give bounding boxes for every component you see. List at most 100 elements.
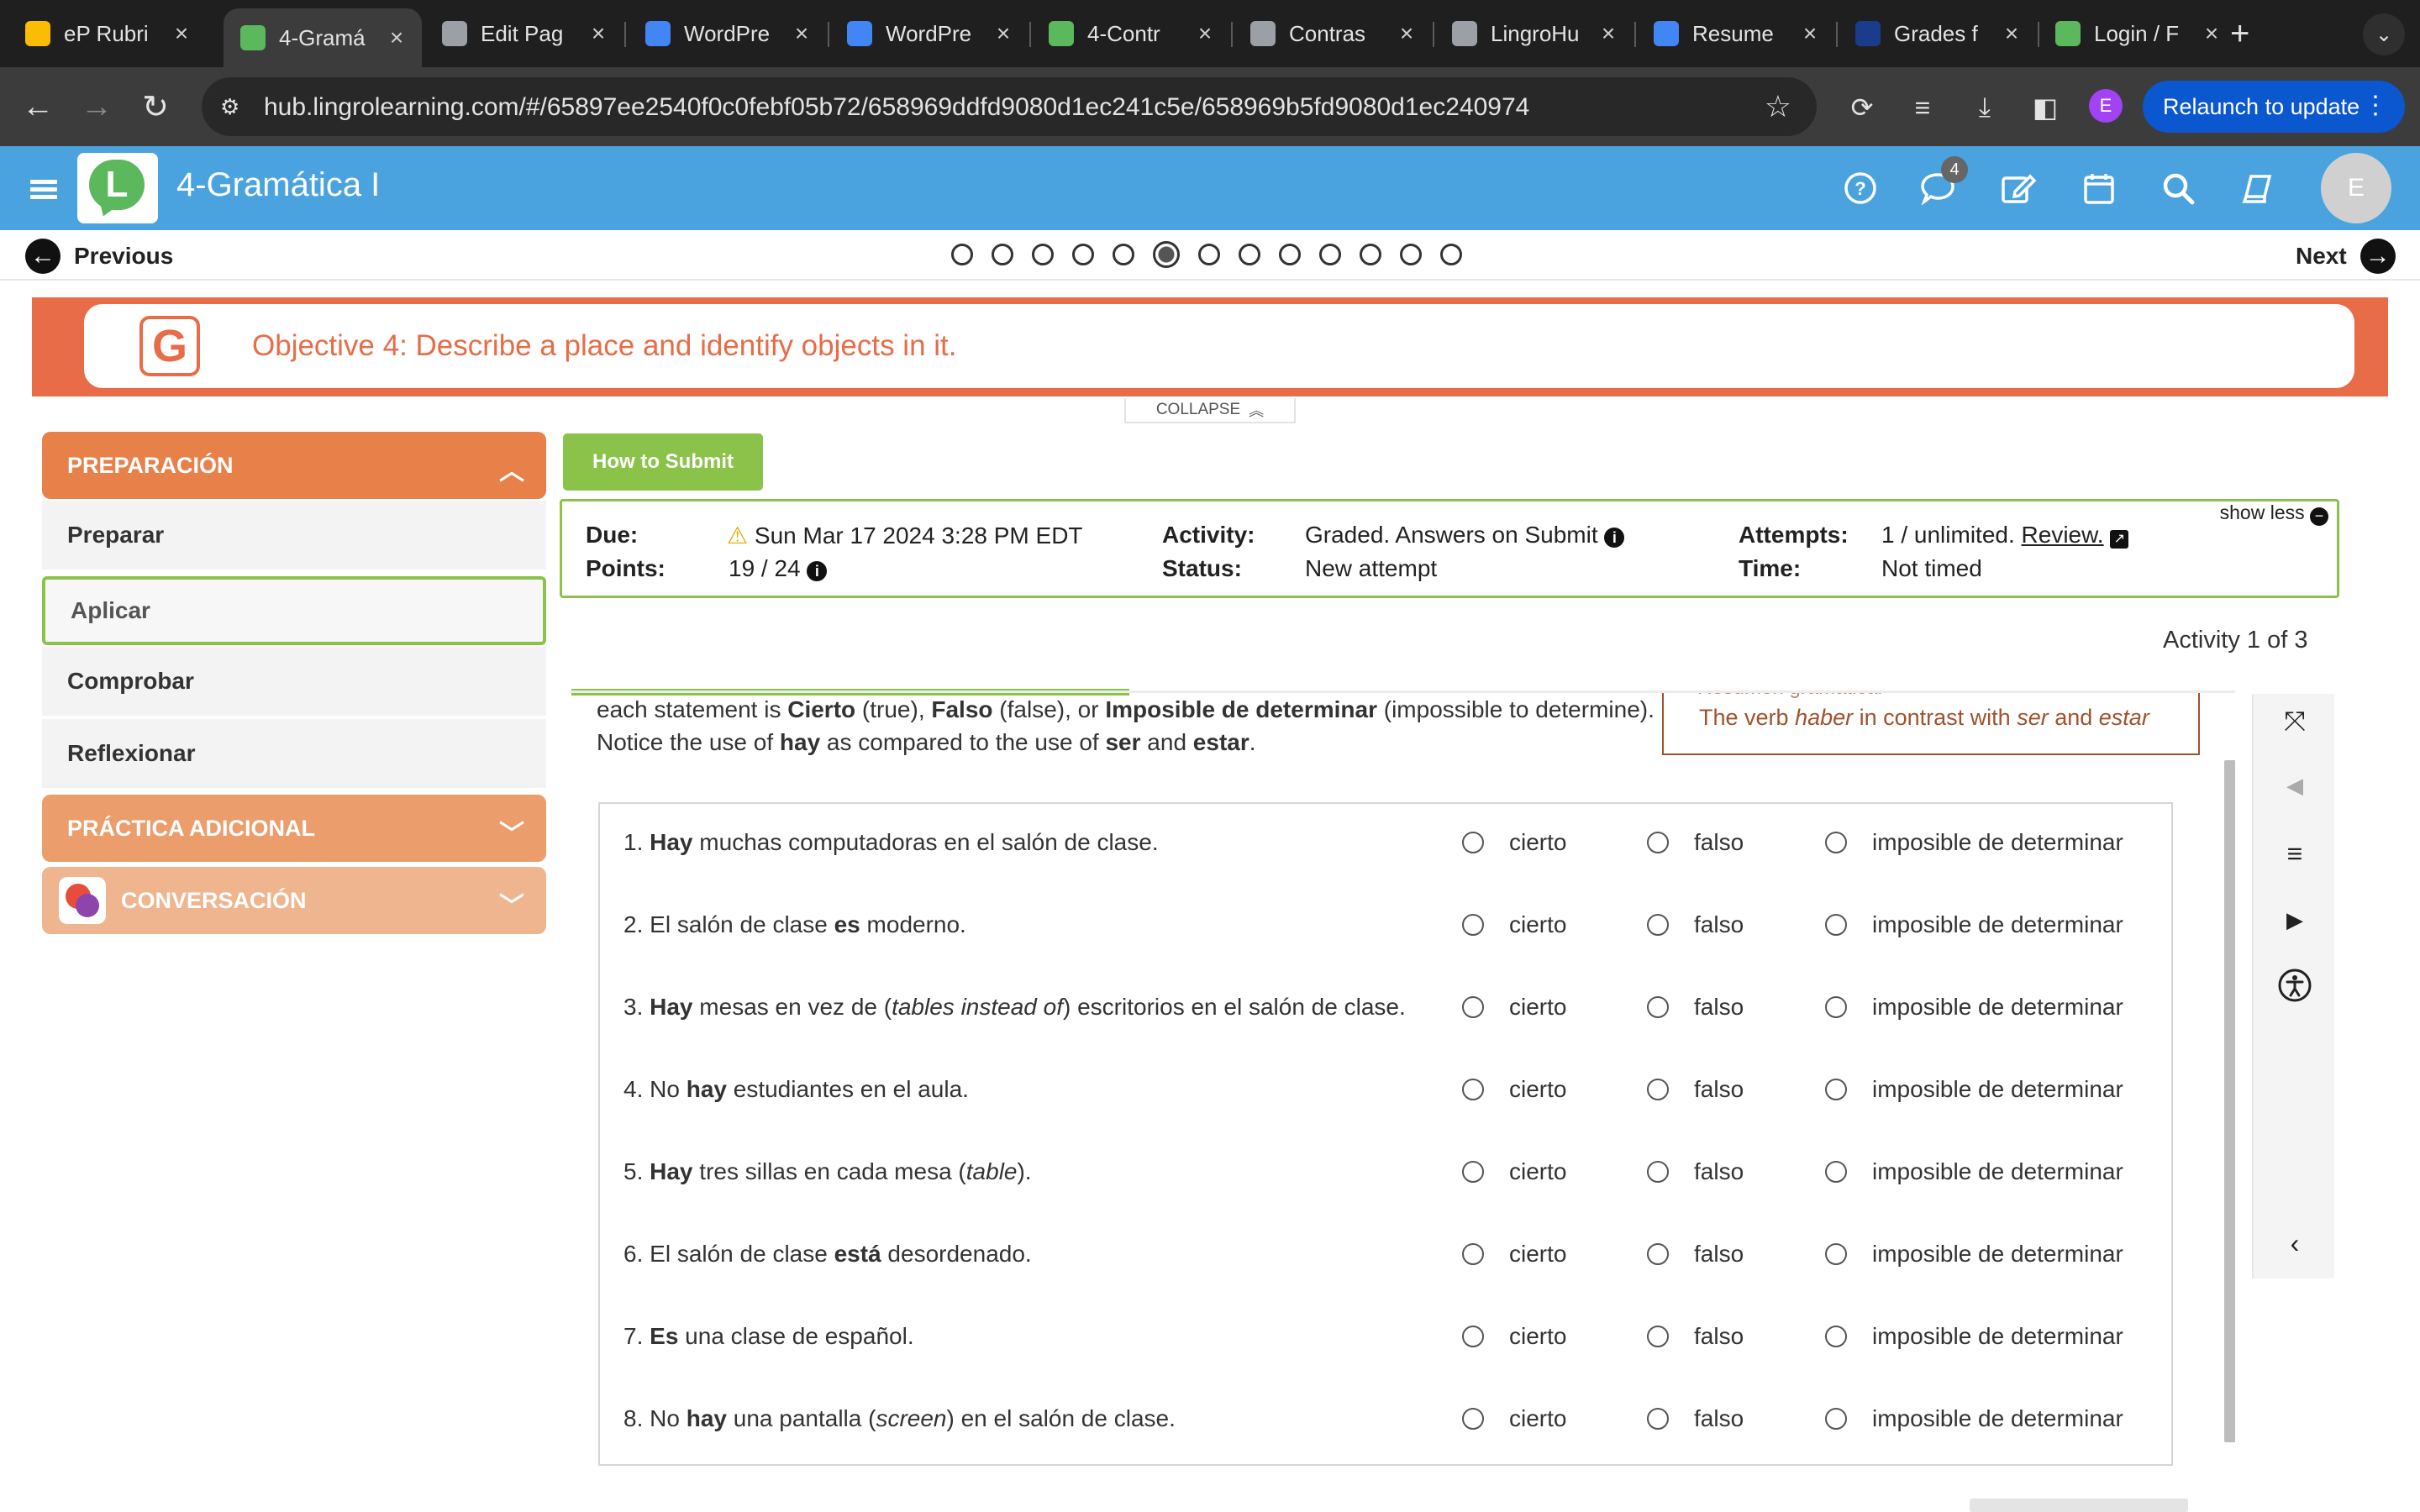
- sidebar-item-preparar[interactable]: Preparar: [42, 501, 546, 570]
- previous-button[interactable]: ← Previous: [25, 239, 173, 274]
- radio-button[interactable]: [1825, 1161, 1847, 1183]
- tab-search-button[interactable]: ⌄: [2363, 13, 2405, 55]
- answer-option-imposible[interactable]: imposible de determinar: [1825, 1158, 2123, 1185]
- radio-button[interactable]: [1825, 1408, 1847, 1430]
- answer-option-cierto[interactable]: cierto: [1462, 829, 1566, 856]
- radio-button[interactable]: [1647, 996, 1669, 1018]
- page-dot[interactable]: [1279, 244, 1301, 265]
- close-tab-icon[interactable]: ×: [165, 20, 198, 47]
- next-activity-icon[interactable]: ▶: [2254, 907, 2336, 933]
- next-button[interactable]: Next →: [2296, 239, 2396, 274]
- browser-tab[interactable]: Login / F ×: [2039, 10, 2237, 57]
- radio-button[interactable]: [1647, 1408, 1669, 1430]
- answer-option-cierto[interactable]: cierto: [1462, 911, 1566, 938]
- review-link[interactable]: Review.: [2022, 522, 2104, 548]
- external-link-icon[interactable]: ↗: [2110, 530, 2129, 549]
- radio-button[interactable]: [1462, 1326, 1484, 1347]
- page-dot[interactable]: [1400, 244, 1422, 265]
- page-dot[interactable]: [1440, 244, 1462, 265]
- close-tab-icon[interactable]: ×: [1188, 20, 1222, 47]
- answer-option-cierto[interactable]: cierto: [1462, 994, 1566, 1021]
- grammar-summary-link[interactable]: Resumen gramatical The verb haber in con…: [1662, 693, 2200, 755]
- browser-tab[interactable]: Contras ×: [1234, 10, 1432, 57]
- sidebar-item-reflexionar[interactable]: Reflexionar: [42, 719, 546, 788]
- browser-tab[interactable]: LingroHu ×: [1435, 10, 1634, 57]
- radio-button[interactable]: [1825, 1326, 1847, 1347]
- close-tab-icon[interactable]: ×: [1591, 20, 1625, 47]
- browser-tab[interactable]: 4-Contr ×: [1032, 10, 1230, 57]
- page-dot[interactable]: [951, 244, 973, 265]
- close-tab-icon[interactable]: ×: [1390, 20, 1423, 47]
- radio-button[interactable]: [1647, 1243, 1669, 1265]
- activity-list-icon[interactable]: ≡: [2254, 838, 2336, 869]
- radio-button[interactable]: [1825, 832, 1847, 853]
- collapse-rail-icon[interactable]: ‹: [2254, 1228, 2336, 1259]
- answer-option-imposible[interactable]: imposible de determinar: [1825, 911, 2123, 938]
- radio-button[interactable]: [1647, 1326, 1669, 1347]
- info-icon[interactable]: i: [1604, 528, 1625, 548]
- edit-icon[interactable]: [2000, 170, 2037, 207]
- answer-option-falso[interactable]: falso: [1647, 1241, 1744, 1268]
- radio-button[interactable]: [1462, 914, 1484, 936]
- browser-tab[interactable]: Resume ×: [1637, 10, 1835, 57]
- download-icon[interactable]: ⤓: [1968, 91, 2002, 124]
- radio-button[interactable]: [1462, 1079, 1484, 1100]
- radio-button[interactable]: [1825, 914, 1847, 936]
- radio-button[interactable]: [1462, 1408, 1484, 1430]
- answer-option-falso[interactable]: falso: [1647, 911, 1744, 938]
- answer-option-falso[interactable]: falso: [1647, 994, 1744, 1021]
- page-dot[interactable]: [1032, 244, 1054, 265]
- close-tab-icon[interactable]: ×: [986, 20, 1020, 47]
- close-tab-icon[interactable]: ×: [1793, 20, 1827, 47]
- radio-button[interactable]: [1825, 996, 1847, 1018]
- calendar-icon[interactable]: [2081, 170, 2118, 207]
- answer-option-falso[interactable]: falso: [1647, 829, 1744, 856]
- chrome-menu-icon[interactable]: ⋮: [2363, 91, 2388, 120]
- section-conversacion[interactable]: CONVERSACIÓN ﹀: [42, 867, 546, 934]
- answer-option-falso[interactable]: falso: [1647, 1405, 1744, 1432]
- answer-option-imposible[interactable]: imposible de determinar: [1825, 1405, 2123, 1432]
- how-to-submit-button[interactable]: How to Submit: [563, 433, 763, 491]
- address-bar[interactable]: ⚙ hub.lingrolearning.com/#/65897ee2540f0…: [202, 77, 1817, 136]
- side-panel-icon[interactable]: ◧: [2028, 91, 2062, 124]
- accessibility-icon[interactable]: [2254, 968, 2336, 1010]
- sidebar-item-comprobar[interactable]: Comprobar: [42, 647, 546, 716]
- close-tab-icon[interactable]: ×: [581, 20, 615, 47]
- radio-button[interactable]: [1647, 1161, 1669, 1183]
- answer-option-cierto[interactable]: cierto: [1462, 1076, 1566, 1103]
- radio-button[interactable]: [1462, 832, 1484, 853]
- answer-option-cierto[interactable]: cierto: [1462, 1323, 1566, 1350]
- radio-button[interactable]: [1825, 1243, 1847, 1265]
- answer-option-imposible[interactable]: imposible de determinar: [1825, 1241, 2123, 1268]
- page-dot[interactable]: [1198, 244, 1220, 265]
- answer-option-imposible[interactable]: imposible de determinar: [1825, 1076, 2123, 1103]
- close-tab-icon[interactable]: ×: [785, 20, 818, 47]
- profile-avatar[interactable]: E: [2089, 89, 2123, 123]
- search-icon[interactable]: [2160, 170, 2196, 207]
- page-dot[interactable]: [1239, 244, 1260, 265]
- browser-tab[interactable]: Grades f ×: [1839, 10, 2037, 57]
- horizontal-scrollbar[interactable]: [1970, 1499, 2188, 1512]
- page-dot[interactable]: [1319, 244, 1341, 265]
- answer-option-imposible[interactable]: imposible de determinar: [1825, 994, 2123, 1021]
- radio-button[interactable]: [1825, 1079, 1847, 1100]
- radio-button[interactable]: [1647, 1079, 1669, 1100]
- reload-icon[interactable]: ↻: [134, 86, 176, 128]
- page-dot[interactable]: [1072, 244, 1094, 265]
- browser-tab[interactable]: Edit Pag ×: [425, 10, 623, 57]
- relaunch-button[interactable]: Relaunch to update ⋮: [2143, 81, 2405, 133]
- bookmark-star-icon[interactable]: ☆: [1765, 89, 1791, 124]
- info-icon[interactable]: i: [807, 561, 828, 581]
- radio-button[interactable]: [1647, 832, 1669, 853]
- browser-tab[interactable]: 4-Gramá ×: [224, 8, 422, 67]
- media-control-icon[interactable]: ≡: [1906, 91, 1939, 124]
- site-info-icon[interactable]: ⚙: [220, 94, 247, 119]
- new-tab-button[interactable]: +: [2230, 15, 2249, 53]
- answer-option-imposible[interactable]: imposible de determinar: [1825, 829, 2123, 856]
- page-dot[interactable]: [1113, 244, 1134, 265]
- menu-icon[interactable]: [30, 180, 57, 200]
- answer-option-cierto[interactable]: cierto: [1462, 1241, 1566, 1268]
- section-practica-adicional[interactable]: PRÁCTICA ADICIONAL ﹀: [42, 795, 546, 862]
- radio-button[interactable]: [1462, 996, 1484, 1018]
- page-dot[interactable]: [1360, 244, 1381, 265]
